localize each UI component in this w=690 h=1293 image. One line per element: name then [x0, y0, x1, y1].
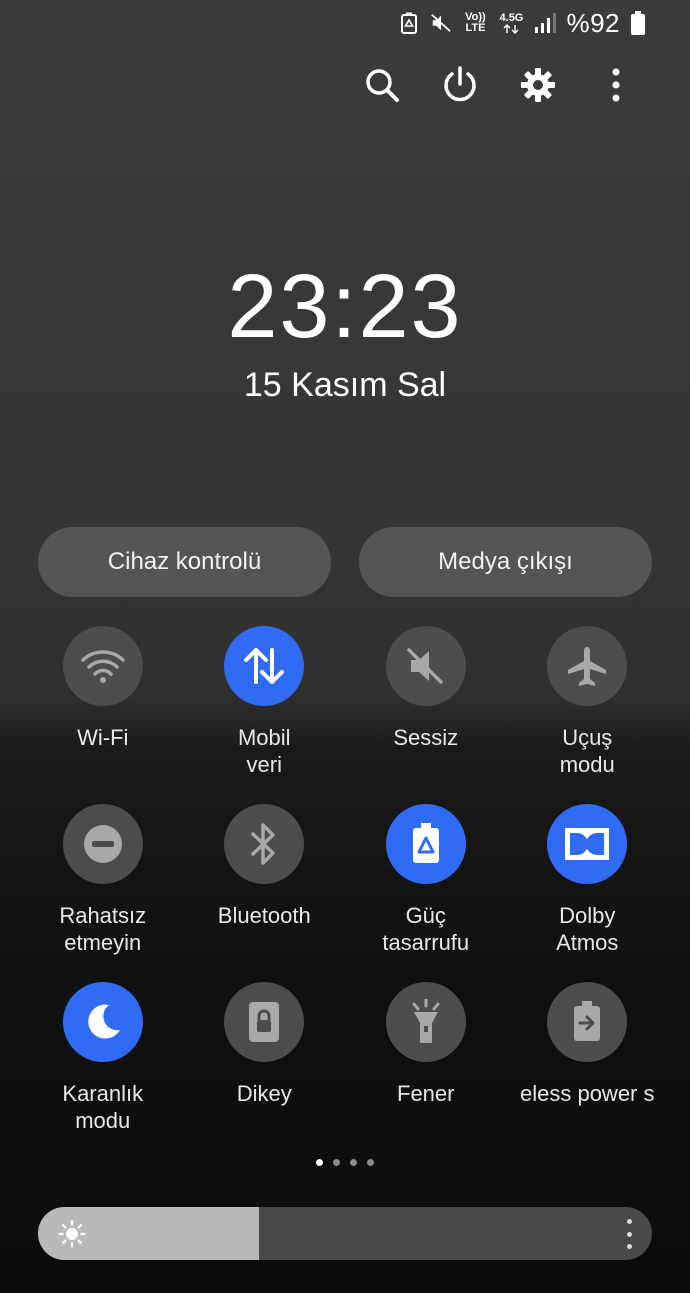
power-icon[interactable] — [442, 62, 478, 108]
tile-dolby-circle[interactable] — [547, 804, 628, 884]
tile-label: Fener — [397, 1081, 455, 1106]
data-arrows-icon: 4.5G — [498, 12, 524, 34]
page-dot[interactable] — [350, 1159, 357, 1166]
moon-icon — [87, 1004, 120, 1039]
tile-label: Bluetooth — [217, 903, 311, 928]
do-not-disturb-icon — [83, 825, 122, 863]
status-bar: Vo)) LTE 4.5G %92 — [398, 6, 646, 40]
media-output-button[interactable]: Medya çıkışı — [359, 527, 652, 597]
gear-icon[interactable] — [520, 62, 556, 108]
tile-label: Dikey — [236, 1081, 292, 1106]
brightness-slider[interactable] — [38, 1207, 652, 1260]
page-dot[interactable] — [367, 1159, 374, 1166]
tile-dnd-circle[interactable] — [62, 804, 143, 884]
tile-flashlight-circle[interactable] — [385, 982, 466, 1062]
signal-icon — [534, 12, 557, 34]
flashlight-icon — [412, 999, 440, 1043]
tile-label: Rahatsız etmeyin — [59, 903, 147, 955]
tile-wifi[interactable]: Wi-Fi — [22, 626, 184, 786]
tile-dolby-atmos[interactable]: Dolby Atmos — [507, 804, 669, 964]
tile-wireless-power-circle[interactable] — [547, 982, 628, 1062]
tile-label: Karanlık modu — [62, 1081, 144, 1133]
airplane-icon — [568, 647, 607, 686]
tile-label: Sessiz — [393, 725, 459, 750]
bluetooth-icon — [251, 823, 275, 865]
portrait-lock-icon — [249, 1002, 280, 1042]
battery-percent: %92 — [566, 7, 620, 38]
tile-label: Mobil veri — [237, 725, 291, 777]
page-indicator — [0, 1159, 690, 1166]
page-dot[interactable] — [316, 1159, 323, 1166]
mobile-data-icon — [244, 648, 285, 684]
clock-time: 23:23 — [227, 257, 463, 357]
wireless-power-share-icon — [574, 1001, 601, 1041]
page-dot[interactable] — [333, 1159, 340, 1166]
top-actions — [364, 62, 634, 108]
quick-settings-grid: Wi-Fi Mobil veri Sessiz Uçuş modu Rahats… — [22, 626, 668, 1142]
sun-icon — [58, 1220, 86, 1248]
wifi-icon — [81, 650, 125, 683]
dolby-icon — [565, 828, 610, 860]
search-icon[interactable] — [364, 62, 400, 108]
tile-label: Wi-Fi — [77, 725, 129, 750]
tile-power-saving-circle[interactable] — [385, 804, 466, 884]
tile-mobile-data-circle[interactable] — [224, 626, 305, 706]
tile-airplane-circle[interactable] — [547, 626, 628, 706]
more-vertical-icon[interactable] — [598, 62, 634, 108]
tile-portrait-circle[interactable] — [224, 982, 305, 1062]
volte-icon: Vo)) LTE — [465, 11, 486, 34]
tile-label: Güç tasarrufu — [382, 903, 470, 955]
battery-saver-icon — [398, 12, 420, 34]
tile-wireless-power-share[interactable]: eless power s — [507, 982, 669, 1142]
battery-icon — [630, 11, 646, 35]
clock-date: 15 Kasım Sal — [243, 366, 447, 404]
tile-mobile-data[interactable]: Mobil veri — [184, 626, 346, 786]
tile-label: Uçuş modu — [559, 725, 615, 777]
tile-label: Dolby Atmos — [556, 903, 619, 955]
tile-wifi-circle[interactable] — [62, 626, 143, 706]
tile-bluetooth[interactable]: Bluetooth — [184, 804, 346, 964]
tile-flashlight[interactable]: Fener — [345, 982, 507, 1142]
power-saving-icon — [412, 823, 439, 863]
mute-icon — [430, 12, 452, 34]
tile-dark-mode-circle[interactable] — [62, 982, 143, 1062]
tile-bluetooth-circle[interactable] — [224, 804, 305, 884]
tile-silent-circle[interactable] — [385, 626, 466, 706]
tile-portrait[interactable]: Dikey — [184, 982, 346, 1142]
mute-icon — [407, 648, 443, 684]
tile-label: eless power s — [519, 1081, 655, 1106]
tile-dark-mode[interactable]: Karanlık modu — [22, 982, 184, 1142]
quick-pill-row: Cihaz kontrolü Medya çıkışı — [38, 527, 652, 597]
tile-do-not-disturb[interactable]: Rahatsız etmeyin — [22, 804, 184, 964]
brightness-more-icon[interactable] — [622, 1219, 636, 1249]
tile-power-saving[interactable]: Güç tasarrufu — [345, 804, 507, 964]
tile-airplane[interactable]: Uçuş modu — [507, 626, 669, 786]
device-control-button[interactable]: Cihaz kontrolü — [38, 527, 331, 597]
tile-silent[interactable]: Sessiz — [345, 626, 507, 786]
